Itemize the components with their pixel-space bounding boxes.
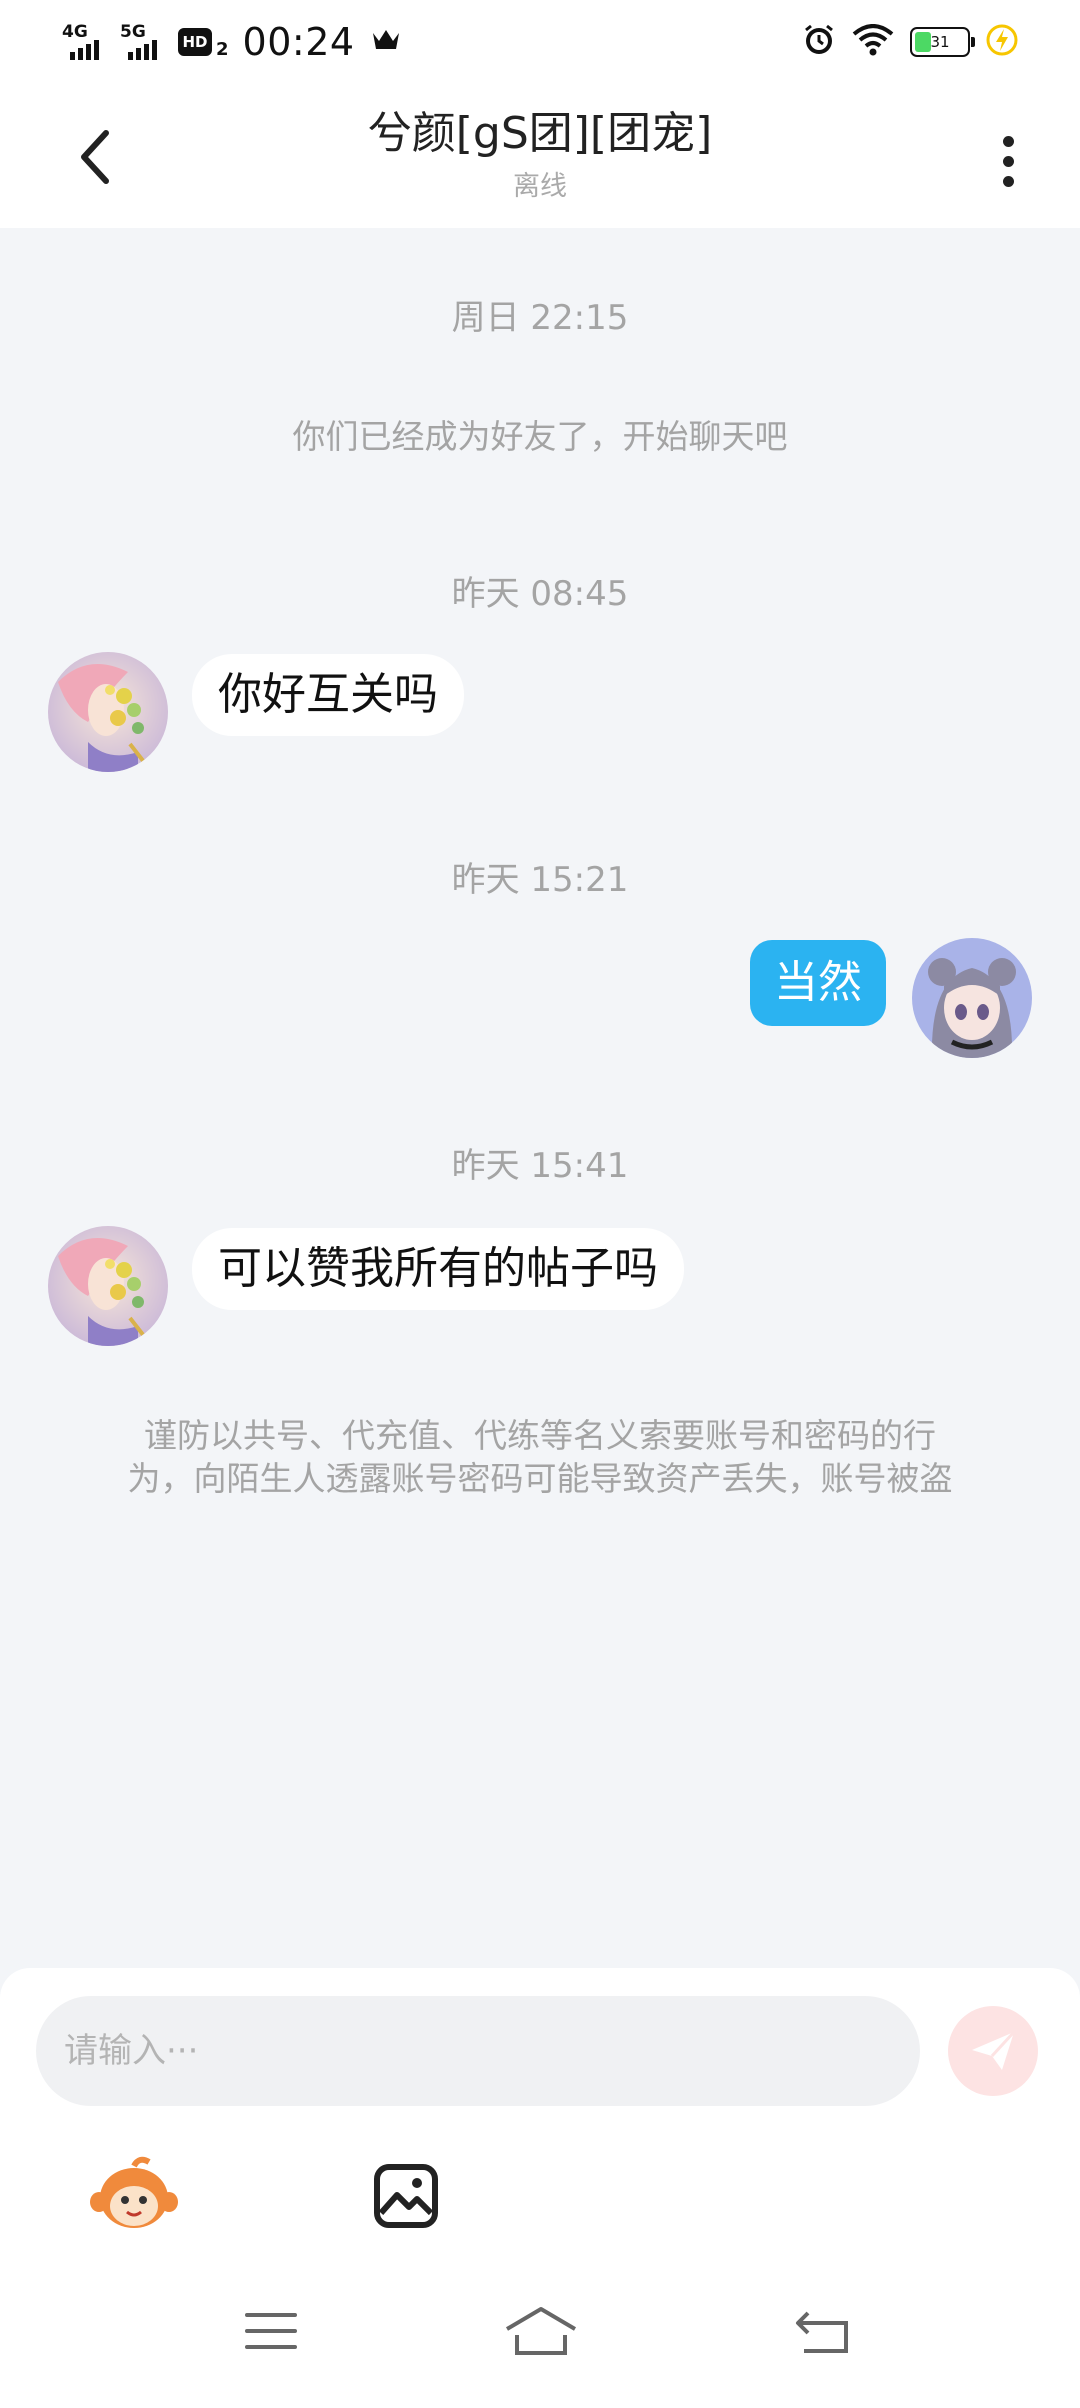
sticker-button[interactable] xyxy=(84,2146,184,2246)
nav-back-button[interactable] xyxy=(778,2296,868,2366)
warning-line: 为，向陌生人透露账号密码可能导致资产丢失，账号被盗 xyxy=(127,1459,953,1498)
hd-sub-label: 2 xyxy=(216,38,229,60)
status-time: 00:24 xyxy=(242,20,355,64)
charging-icon xyxy=(986,24,1018,60)
image-icon xyxy=(374,2164,438,2228)
more-vertical-icon-dot xyxy=(1002,135,1014,147)
contact-avatar[interactable] xyxy=(48,1226,168,1346)
message-list[interactable]: 周日 22:15 你们已经成为好友了，开始聊天吧 昨天 08:45 你好互关吗 … xyxy=(0,228,1080,1968)
image-button[interactable] xyxy=(356,2146,456,2246)
network-label-2: 5G xyxy=(120,22,146,42)
my-avatar[interactable] xyxy=(912,938,1032,1058)
status-left: 4G 5G HD 2 00:24 xyxy=(62,18,401,66)
timestamp: 昨天 15:41 xyxy=(451,1146,629,1186)
warning-line: 谨防以共号、代充值、代练等名义索要账号和密码的行 xyxy=(144,1416,936,1455)
message-bubble-incoming[interactable]: 你好互关吗 xyxy=(192,654,464,736)
hd-voice-icon: HD xyxy=(178,28,212,56)
more-vertical-icon-dot xyxy=(1002,155,1014,167)
nav-menu-button[interactable] xyxy=(226,2296,316,2366)
battery-percent: 31 xyxy=(930,33,950,51)
signal-4g-icon: 4G xyxy=(62,22,110,62)
message-input[interactable] xyxy=(36,1996,920,2106)
send-button[interactable] xyxy=(948,2006,1038,2096)
contact-avatar[interactable] xyxy=(48,652,168,772)
chat-screen: 4G 5G HD 2 00:24 31 兮颜[gS团][团宠] 离线 周日 22… xyxy=(0,0,1080,2408)
system-message: 你们已经成为好友了，开始聊天吧 xyxy=(292,417,788,456)
menu-icon xyxy=(245,2313,297,2349)
back-button[interactable] xyxy=(70,122,120,192)
status-right: 31 xyxy=(802,18,1018,66)
online-status: 离线 xyxy=(513,171,567,202)
battery-icon: 31 xyxy=(910,27,975,57)
network-label-1: 4G xyxy=(62,22,88,42)
back-icon xyxy=(796,2311,848,2353)
chat-header: 兮颜[gS团][团宠] 离线 xyxy=(0,82,1080,228)
title-area: 兮颜[gS团][团宠] 离线 xyxy=(200,106,880,203)
send-icon xyxy=(972,2030,1016,2070)
signal-5g-icon: 5G xyxy=(120,22,168,62)
more-vertical-icon-dot xyxy=(1002,175,1014,187)
message-bubble-incoming[interactable]: 可以赞我所有的帖子吗 xyxy=(192,1228,684,1310)
status-bar: 4G 5G HD 2 00:24 31 xyxy=(0,0,1080,82)
alarm-icon xyxy=(802,23,836,61)
crown-icon xyxy=(371,27,401,57)
timestamp: 昨天 15:21 xyxy=(451,860,629,900)
message-bubble-outgoing[interactable]: 当然 xyxy=(750,940,886,1026)
wifi-icon xyxy=(852,24,894,60)
chevron-left-icon xyxy=(81,130,109,184)
nav-home-button[interactable] xyxy=(496,2296,586,2366)
security-warning: 谨防以共号、代充值、代练等名义索要账号和密码的行 为，向陌生人透露账号密码可能导… xyxy=(80,1414,1000,1500)
more-options-button[interactable] xyxy=(986,126,1030,196)
timestamp: 昨天 08:45 xyxy=(451,574,629,614)
monkey-sticker-icon xyxy=(90,2156,178,2228)
system-nav-bar xyxy=(0,2260,1080,2408)
timestamp: 周日 22:15 xyxy=(451,298,629,338)
home-icon xyxy=(505,2307,577,2355)
contact-name: 兮颜[gS团][团宠] xyxy=(367,108,713,159)
